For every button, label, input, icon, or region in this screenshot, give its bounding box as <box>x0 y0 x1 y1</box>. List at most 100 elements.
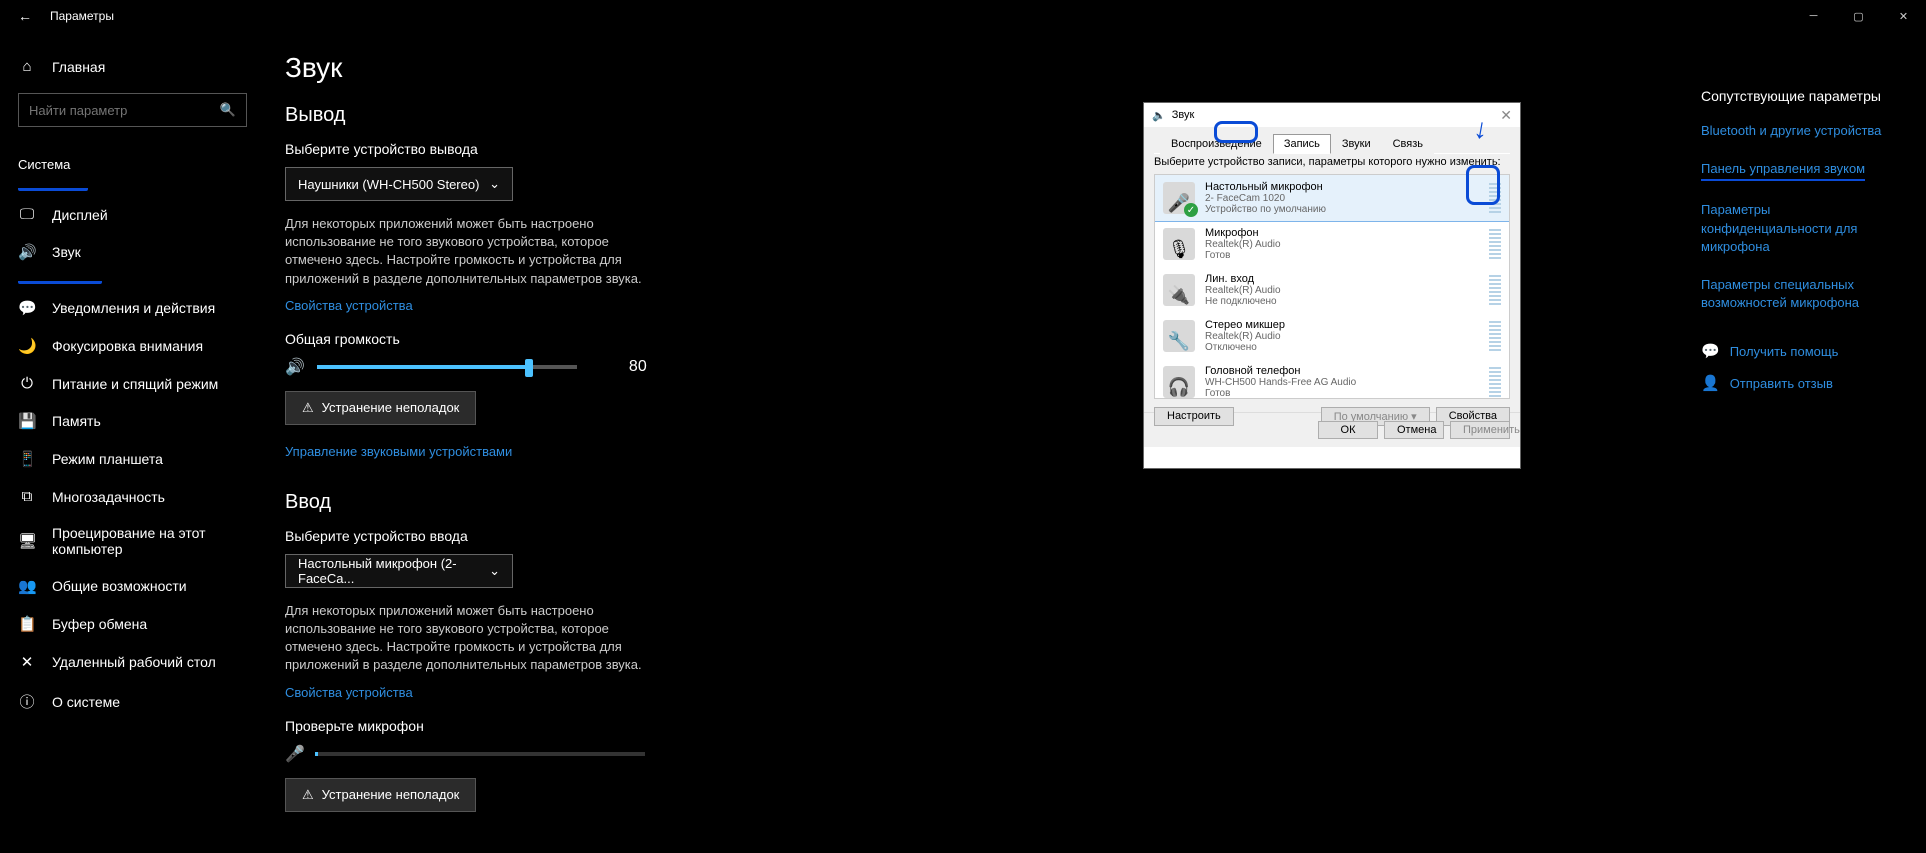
input-props-link[interactable]: Свойства устройства <box>285 685 1926 700</box>
storage-icon: 💾 <box>18 412 36 430</box>
device-name: Стерео микшер <box>1205 319 1479 331</box>
dialog-title: Звук <box>1172 109 1195 121</box>
sidebar-item-label: Питание и спящий режим <box>52 376 218 392</box>
page-title: Звук <box>285 52 1926 84</box>
configure-button[interactable]: Настроить <box>1154 407 1234 426</box>
speaker-icon: 🔈 <box>1152 109 1166 122</box>
maximize-button[interactable]: ▢ <box>1836 0 1881 32</box>
sidebar-item-label: Дисплей <box>52 207 108 223</box>
ok-button[interactable]: ОК <box>1318 421 1378 439</box>
input-troubleshoot-button[interactable]: ⚠ Устранение неполадок <box>285 778 476 812</box>
sidebar-item-multitask[interactable]: ⧉Многозадачность <box>0 478 265 515</box>
apply-button[interactable]: Применить <box>1450 421 1510 439</box>
window-controls: ─ ▢ ✕ <box>1791 0 1926 32</box>
tab-recording[interactable]: Запись <box>1273 134 1331 154</box>
sidebar-item-label: Проецирование на этот компьютер <box>52 525 247 557</box>
rail-link-bluetooth[interactable]: Bluetooth и другие устройства <box>1701 122 1896 140</box>
search-input[interactable] <box>29 103 220 118</box>
output-device-value: Наушники (WH-CH500 Stereo) <box>298 177 479 192</box>
sidebar-item-notifications[interactable]: 💬Уведомления и действия <box>0 289 265 327</box>
chevron-down-icon: ⌄ <box>489 563 500 579</box>
sidebar-section: Система <box>0 147 265 178</box>
volume-row: 🔊 80 <box>285 357 1926 377</box>
sidebar-item-power[interactable]: ⏻ Питание и спящий режим <box>0 365 265 402</box>
manage-devices-link[interactable]: Управление звуковыми устройствами <box>285 444 512 459</box>
device-list: 🎤✓ Настольный микрофон2- FaceCam 1020Уст… <box>1154 174 1510 399</box>
sidebar-item-remote[interactable]: ✕Удаленный рабочий стол <box>0 643 265 681</box>
output-device-select[interactable]: Наушники (WH-CH500 Stereo) ⌄ <box>285 167 513 201</box>
sidebar-item-label: Буфер обмена <box>52 616 147 632</box>
cancel-button[interactable]: Отмена <box>1384 421 1444 439</box>
rail-feedback[interactable]: 👤Отправить отзыв <box>1701 374 1896 392</box>
sidebar-item-label: Память <box>52 413 101 429</box>
output-help: Для некоторых приложений может быть наст… <box>285 215 655 288</box>
tab-playback[interactable]: Воспроизведение <box>1160 134 1273 154</box>
sidebar-item-project[interactable]: 🖥 Проецирование на этот компьютер <box>0 515 265 567</box>
check-icon: ✓ <box>1184 203 1198 217</box>
display-icon: 🖵 <box>18 206 36 223</box>
device-item-linein[interactable]: 🔌 Лин. входRealtek(R) AudioНе подключено <box>1155 267 1509 313</box>
level-meter <box>1489 275 1501 305</box>
power-icon: ⏻ <box>18 375 36 392</box>
sidebar-item-label: Общие возможности <box>52 578 187 594</box>
input-device-value: Настольный микрофон (2- FaceCa... <box>298 556 489 586</box>
rail-link-mic-privacy[interactable]: Параметры конфиденциальности для микрофо… <box>1701 201 1896 256</box>
rail-link-sound-cp[interactable]: Панель управления звуком <box>1701 160 1896 181</box>
sidebar-item-label: Фокусировка внимания <box>52 338 203 354</box>
sidebar-item-tablet[interactable]: 📱 Режим планшета <box>0 440 265 478</box>
right-rail: Сопутствующие параметры Bluetooth и друг… <box>1701 88 1896 406</box>
mic-device-icon: 🎤✓ <box>1163 182 1195 214</box>
sidebar-item-sound[interactable]: 🔊Звук <box>0 233 265 271</box>
close-button[interactable]: ✕ <box>1881 0 1926 32</box>
sidebar-item-clipboard[interactable]: 📋Буфер обмена <box>0 605 265 643</box>
warning-icon: ⚠ <box>302 787 314 803</box>
sidebar-item-label: Режим планшета <box>52 451 163 467</box>
back-button[interactable]: ← <box>0 8 50 24</box>
sidebar-home[interactable]: ⌂ Главная <box>0 48 265 85</box>
level-meter <box>1489 367 1501 397</box>
sidebar-item-shared[interactable]: 👥Общие возможности <box>0 567 265 605</box>
sidebar-item-focus[interactable]: 🌙 Фокусировка внимания <box>0 327 265 365</box>
minimize-button[interactable]: ─ <box>1791 0 1836 32</box>
sidebar-item-label: Удаленный рабочий стол <box>52 654 216 670</box>
rail-get-help[interactable]: 💬Получить помощь <box>1701 342 1896 360</box>
input-device-select[interactable]: Настольный микрофон (2- FaceCa... ⌄ <box>285 554 513 588</box>
sidebar: ⌂ Главная 🔍 Система 🖵 Дисплей 🔊Звук 💬Увед… <box>0 32 265 853</box>
mic-test-bar: 🎤 <box>285 744 1926 764</box>
output-select-label: Выберите устройство вывода <box>285 141 1926 157</box>
device-item-mic[interactable]: 🎙 МикрофонRealtek(R) AudioГотов <box>1155 221 1509 267</box>
device-item-desktop-mic[interactable]: 🎤✓ Настольный микрофон2- FaceCam 1020Уст… <box>1154 174 1510 222</box>
dialog-instruction: Выберите устройство записи, параметры ко… <box>1154 154 1510 174</box>
device-name: Микрофон <box>1205 227 1479 239</box>
volume-icon[interactable]: 🔊 <box>285 357 305 377</box>
focus-icon: 🌙 <box>18 337 36 355</box>
sound-icon: 🔊 <box>18 243 36 261</box>
tab-sounds[interactable]: Звуки <box>1331 134 1382 154</box>
rail-heading: Сопутствующие параметры <box>1701 88 1896 104</box>
search-box[interactable]: 🔍 <box>18 93 247 127</box>
titlebar: ← Параметры ─ ▢ ✕ <box>0 0 1926 32</box>
input-heading: Ввод <box>285 491 1926 514</box>
device-name: Лин. вход <box>1205 273 1479 285</box>
sidebar-item-label: Уведомления и действия <box>52 300 215 316</box>
device-item-headset[interactable]: 🎧 Головной телефонWH-CH500 Hands-Free AG… <box>1155 359 1509 399</box>
tablet-icon: 📱 <box>18 450 36 468</box>
sidebar-item-about[interactable]: ⓘО системе <box>0 681 265 722</box>
sidebar-item-display[interactable]: 🖵 Дисплей <box>0 196 265 233</box>
output-troubleshoot-button[interactable]: ⚠ Устранение неполадок <box>285 391 476 425</box>
volume-slider[interactable] <box>317 365 577 369</box>
tab-comm[interactable]: Связь <box>1382 134 1434 154</box>
annotation-system <box>18 186 88 191</box>
annotation-sound <box>18 279 102 284</box>
mic-device-icon: 🎙 <box>1163 228 1195 260</box>
project-icon: 🖥 <box>18 532 36 550</box>
rail-link-mic-ease[interactable]: Параметры специальных возможностей микро… <box>1701 276 1896 312</box>
device-name: Головной телефон <box>1205 365 1479 377</box>
dialog-close-button[interactable]: ✕ <box>1500 107 1512 124</box>
main-content: Звук Вывод Выберите устройство вывода На… <box>265 32 1926 853</box>
sidebar-item-storage[interactable]: 💾 Память <box>0 402 265 440</box>
home-icon: ⌂ <box>18 58 36 75</box>
sidebar-item-label: Многозадачность <box>52 489 165 505</box>
output-props-link[interactable]: Свойства устройства <box>285 298 1926 313</box>
device-item-mixer[interactable]: 🔧 Стерео микшерRealtek(R) AudioОтключено <box>1155 313 1509 359</box>
